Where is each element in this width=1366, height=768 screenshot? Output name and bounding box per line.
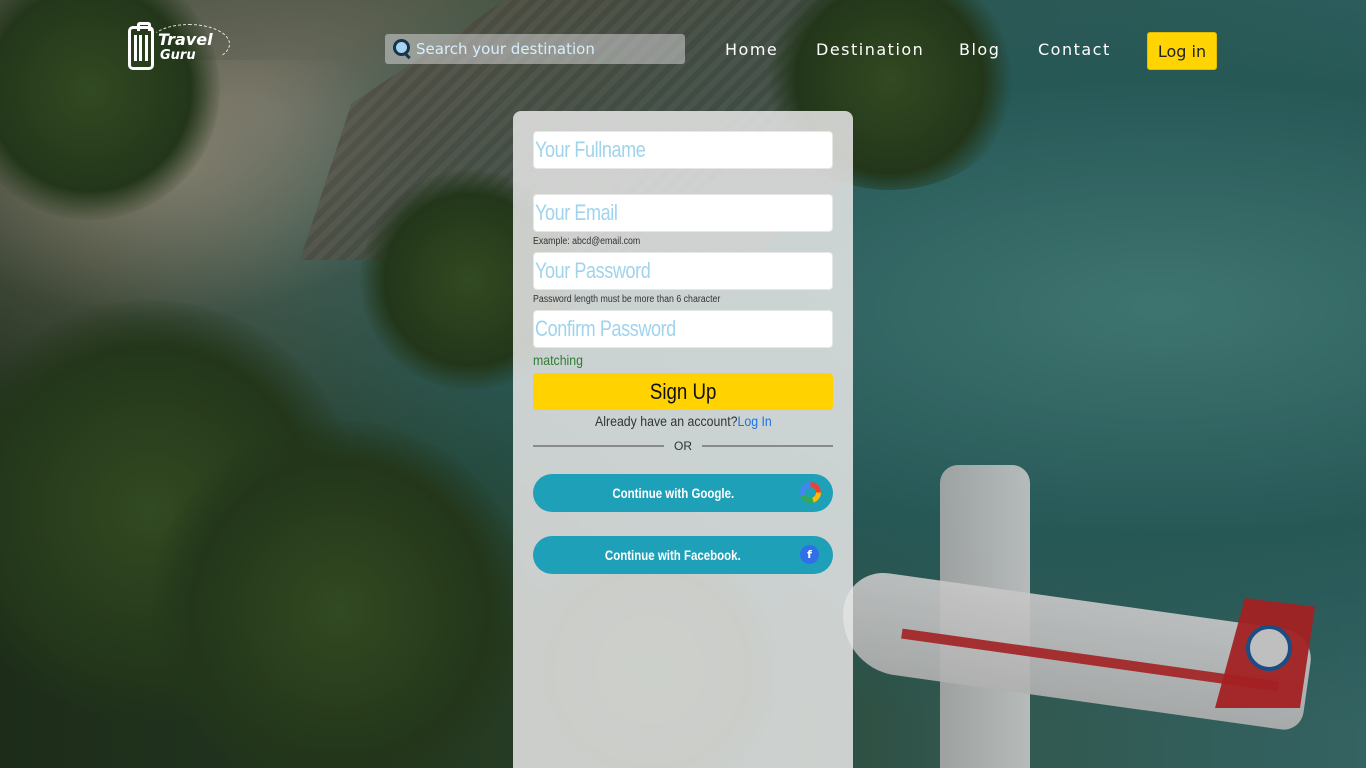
google-signin-button[interactable]: Continue with Google. (533, 474, 833, 512)
nav-home[interactable]: Home (725, 40, 778, 59)
search-bar[interactable] (385, 34, 685, 64)
nav-destination[interactable]: Destination (816, 40, 924, 59)
or-text: OR (674, 439, 692, 453)
google-icon (800, 482, 821, 503)
email-field[interactable] (533, 194, 833, 232)
email-hint: Example: abcd@email.com (533, 236, 641, 247)
search-input[interactable] (416, 40, 676, 58)
password-input[interactable] (535, 258, 779, 284)
fullname-input[interactable] (535, 137, 779, 163)
search-icon (391, 38, 413, 60)
signup-button-label: Sign Up (649, 378, 717, 404)
nav-contact[interactable]: Contact (1038, 40, 1111, 59)
facebook-icon: f (800, 545, 819, 564)
login-prompt: Already have an account?Log In (513, 413, 853, 429)
facebook-signin-button[interactable]: Continue with Facebook. f (533, 536, 833, 574)
password-match-status: matching (533, 352, 583, 368)
fullname-field[interactable] (533, 131, 833, 169)
brand-logo[interactable]: Travel Guru (128, 22, 230, 74)
confirm-password-field[interactable] (533, 310, 833, 348)
nav-blog[interactable]: Blog (959, 40, 1000, 59)
confirm-password-input[interactable] (535, 316, 779, 342)
facebook-button-label: Continue with Facebook. (605, 547, 741, 563)
signup-button[interactable]: Sign Up (533, 373, 833, 410)
already-account-text: Already have an account? (594, 413, 738, 429)
header-login-button[interactable]: Log in (1147, 32, 1217, 70)
or-divider: OR (533, 438, 833, 454)
password-field[interactable] (533, 252, 833, 290)
google-button-label: Continue with Google. (612, 485, 734, 501)
email-input[interactable] (535, 200, 779, 226)
login-link[interactable]: Log In (737, 413, 771, 429)
password-hint: Password length must be more than 6 char… (533, 294, 721, 305)
signup-panel: Example: abcd@email.com Password length … (513, 111, 853, 768)
